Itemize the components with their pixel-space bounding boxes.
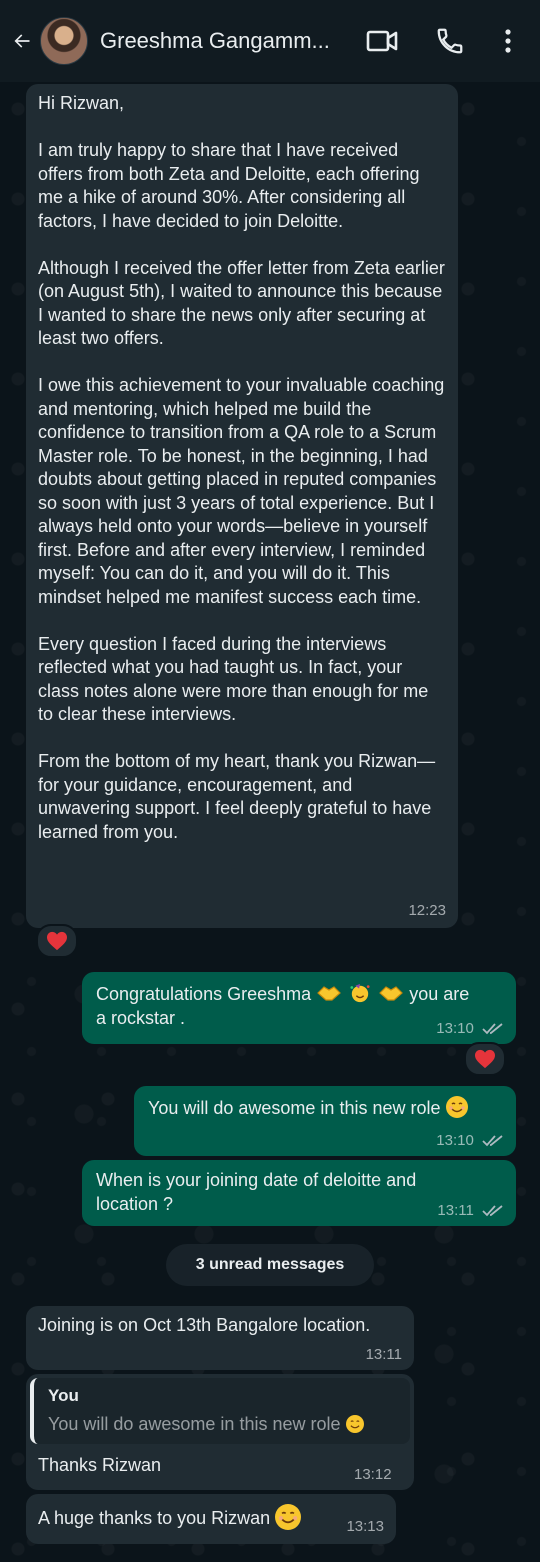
- outgoing-message[interactable]: Congratulations Greeshma you are a rocks…: [82, 972, 516, 1044]
- message-time: 12:23: [408, 901, 446, 919]
- message-time: 13:10: [436, 1131, 474, 1149]
- message-paragraph: I am truly happy to share that I have re…: [38, 140, 420, 231]
- message-time: 13:11: [437, 1201, 474, 1219]
- message-paragraph: Hi Rizwan,: [38, 93, 125, 113]
- unread-messages-divider: 3 unread messages: [166, 1244, 374, 1286]
- outgoing-message[interactable]: When is your joining date of deloitte an…: [82, 1160, 516, 1226]
- message-text: You will do awesome in this new role: [148, 1098, 441, 1118]
- message-text: A huge thanks to you Rizwan: [38, 1508, 271, 1528]
- message-paragraph: From the bottom of my heart, thank you R…: [38, 751, 436, 842]
- reaction-badge[interactable]: [36, 924, 78, 958]
- quote-text: You will do awesome in this new role: [48, 1414, 341, 1434]
- message-time: 13:11: [365, 1345, 402, 1363]
- smiling-face-emoji-icon: [445, 1096, 468, 1118]
- message-text: Congratulations Greeshma: [96, 984, 312, 1004]
- incoming-message[interactable]: Joining is on Oct 13th Bangalore locatio…: [26, 1306, 414, 1370]
- handshake-emoji-icon: [379, 986, 404, 1001]
- reaction-badge[interactable]: [464, 1042, 506, 1076]
- phone-icon[interactable]: [435, 26, 465, 56]
- message-text: you are: [409, 984, 470, 1004]
- quote-author: You: [48, 1386, 79, 1405]
- contact-name[interactable]: Greeshma Gangamm...: [100, 28, 350, 54]
- contact-avatar[interactable]: [40, 17, 88, 65]
- message-text: Joining is on Oct 13th Bangalore locatio…: [38, 1315, 371, 1335]
- heart-icon: [47, 931, 67, 951]
- party-face-emoji-icon: [350, 983, 370, 1003]
- incoming-message[interactable]: A huge thanks to you Rizwan 13:13: [26, 1494, 396, 1544]
- double-check-icon: [482, 1204, 503, 1216]
- back-arrow-icon[interactable]: [12, 31, 32, 51]
- more-vert-icon[interactable]: [500, 26, 516, 56]
- message-paragraph: Although I received the offer letter fro…: [38, 257, 445, 349]
- outgoing-message[interactable]: You will do awesome in this new role 13:…: [134, 1086, 516, 1156]
- smiling-face-emoji-icon: [345, 1415, 364, 1433]
- message-text: Thanks Rizwan: [38, 1455, 162, 1475]
- handshake-emoji-icon: [317, 986, 342, 1001]
- double-check-icon: [482, 1134, 503, 1146]
- quoted-reply[interactable]: You You will do awesome in this new role: [30, 1378, 410, 1444]
- message-text: When is your joining date of deloitte an…: [96, 1170, 417, 1214]
- message-paragraph: Every question I faced during the interv…: [38, 633, 429, 725]
- double-check-icon: [482, 1022, 503, 1034]
- smiling-face-emoji-icon: [275, 1504, 302, 1530]
- video-call-icon[interactable]: [366, 26, 398, 56]
- heart-icon: [475, 1049, 495, 1069]
- message-paragraph: I owe this achievement to your invaluabl…: [38, 375, 445, 607]
- message-time: 13:10: [436, 1019, 474, 1037]
- message-time: 13:12: [354, 1466, 392, 1483]
- message-time: 13:13: [346, 1517, 384, 1535]
- incoming-message[interactable]: Hi Rizwan, I am truly happy to share tha…: [26, 84, 458, 928]
